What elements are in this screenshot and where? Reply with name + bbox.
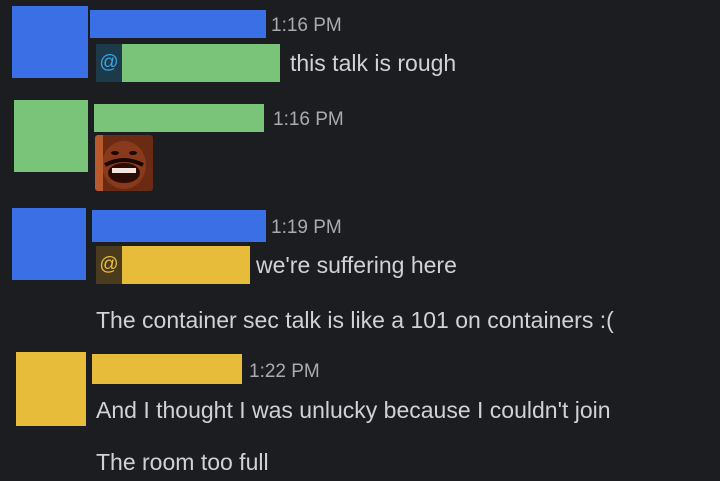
timestamp[interactable]: 1:19 PM <box>271 216 342 240</box>
username-redacted-yellow[interactable] <box>92 354 242 384</box>
at-sign-icon: @ <box>96 44 122 82</box>
avatar-blue-user[interactable] <box>12 6 88 78</box>
username-redacted-green[interactable] <box>94 104 264 132</box>
message-text: we're suffering here <box>256 252 457 278</box>
laughing-face-emoji-icon <box>95 135 153 191</box>
at-sign-icon: @ <box>96 246 122 284</box>
message-text: The room too full <box>96 449 269 475</box>
mention-name-redacted <box>122 44 280 82</box>
avatar-yellow-user[interactable] <box>16 352 86 426</box>
user-mention-yellow[interactable]: @ <box>96 246 250 284</box>
timestamp[interactable]: 1:16 PM <box>273 108 344 132</box>
user-mention-green[interactable]: @ <box>96 44 280 82</box>
avatar-green-user[interactable] <box>14 100 88 172</box>
timestamp[interactable]: 1:16 PM <box>271 14 342 38</box>
mention-name-redacted <box>122 246 250 284</box>
timestamp[interactable]: 1:22 PM <box>249 360 320 384</box>
message-text: And I thought I was unlucky because I co… <box>96 397 611 423</box>
message-text: The container sec talk is like a 101 on … <box>96 307 614 333</box>
avatar-blue-user[interactable] <box>12 208 86 280</box>
message-text: this talk is rough <box>290 50 457 76</box>
username-redacted-blue[interactable] <box>90 10 266 38</box>
username-redacted-blue[interactable] <box>92 210 266 242</box>
